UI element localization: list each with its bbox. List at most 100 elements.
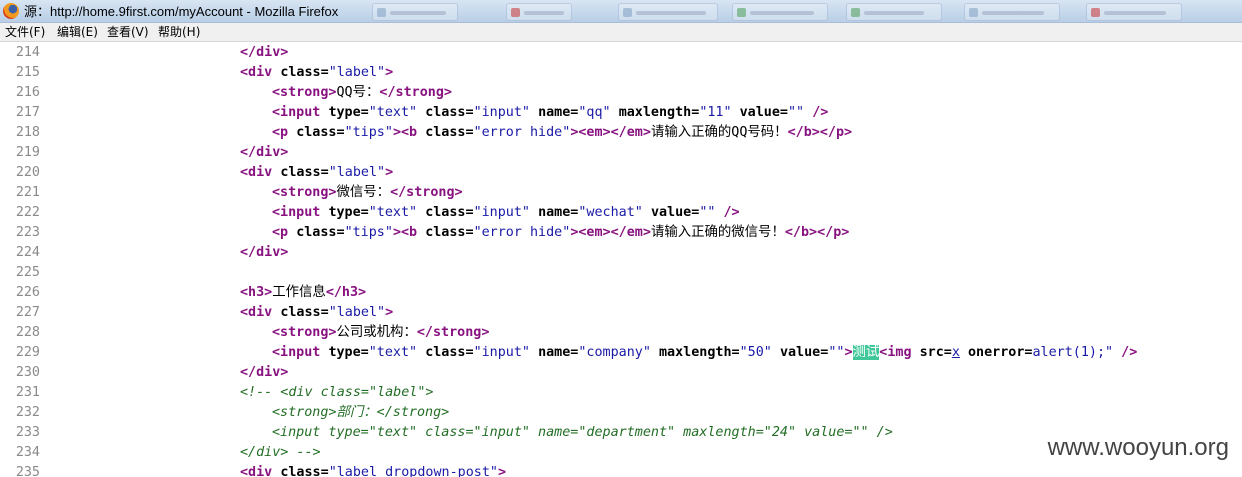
menu-help[interactable]: 帮助(H) (158, 24, 200, 41)
attribute-name: class= (280, 305, 329, 320)
line-code: <input type="text" class="input" name="w… (272, 203, 740, 223)
attribute-value: "input" (473, 105, 530, 120)
attribute-value: "input" (473, 345, 530, 360)
line-number: 218 (15, 125, 40, 140)
line-code: </div> (240, 43, 288, 63)
source-line: 226 <h3>工作信息</h3> (0, 283, 1242, 303)
line-number: 226 (15, 285, 40, 300)
line-number: 234 (15, 445, 40, 460)
text-content (288, 125, 296, 140)
line-number: 229 (15, 345, 40, 360)
source-line: 217 <input type="text" class="input" name… (0, 103, 1242, 123)
text-content (912, 345, 920, 360)
line-code: <div class="label dropdown-post"> (240, 463, 506, 477)
html-tag: <input (272, 345, 321, 360)
line-code: <input type="text" class="input" name="q… (272, 103, 828, 123)
tab-favicon-icon (851, 8, 860, 17)
line-code: </div> (240, 363, 288, 383)
attribute-value: "error hide" (473, 125, 571, 140)
attribute-value: "label" (328, 305, 386, 320)
text-content (417, 205, 425, 220)
html-tag: <div (240, 305, 273, 320)
source-link[interactable]: x (952, 345, 960, 360)
html-tag: </b></p> (787, 125, 853, 140)
html-tag: <strong> (272, 325, 337, 340)
attribute-name: class= (425, 205, 474, 220)
menu-edit[interactable]: 编辑(E) (57, 24, 98, 41)
text-content (960, 345, 968, 360)
attribute-name: type= (328, 205, 369, 220)
background-tab (1086, 3, 1182, 21)
text-content: QQ号： (336, 85, 380, 100)
source-line: 229 <input type="text" class="input" name… (0, 343, 1242, 363)
source-line: 231 <!-- <div class="label"> (0, 383, 1242, 403)
text-content (288, 225, 296, 240)
source-line: 232 <strong>部门：</strong> (0, 403, 1242, 423)
line-number: 221 (15, 185, 40, 200)
tab-blurred-title (1104, 11, 1166, 15)
source-line: 214 </div> (0, 43, 1242, 63)
html-tag: </b></p> (784, 225, 850, 240)
line-number: 217 (15, 105, 40, 120)
menu-bar: 文件(F) 编辑(E) 查看(V) 帮助(H) (0, 23, 1242, 42)
source-line: 228 <strong>公司或机构：</strong> (0, 323, 1242, 343)
html-tag: > (385, 165, 394, 180)
attribute-value: "tips" (344, 225, 393, 240)
text-content: 公司或机构： (336, 325, 417, 340)
attribute-value: "company" (578, 345, 651, 360)
html-tag: <p (272, 225, 289, 240)
tab-blurred-title (524, 11, 564, 15)
source-code-view[interactable]: 214 </div> 215 <div class="label"> 216 <stron… (0, 42, 1242, 477)
selected-text-highlight: 测试 (852, 345, 880, 360)
line-number: 219 (15, 145, 40, 160)
source-line: 220 <div class="label"> (0, 163, 1242, 183)
attribute-name: maxlength= (659, 345, 740, 360)
tab-blurred-title (982, 11, 1044, 15)
line-number: 225 (15, 265, 40, 280)
tab-favicon-icon (623, 8, 632, 17)
html-comment: <input type="text" class="input" name="d… (272, 425, 893, 440)
attribute-name: class= (296, 225, 345, 240)
menu-file[interactable]: 文件(F) (5, 24, 45, 41)
attribute-name: class= (280, 465, 329, 477)
html-comment: </div> --> (240, 445, 321, 460)
line-number: 220 (15, 165, 40, 180)
background-taskbar-tabs (372, 3, 1220, 21)
attribute-value: "label" (328, 65, 386, 80)
attribute-value: "tips" (344, 125, 393, 140)
line-code: <input type="text" class="input" name="d… (272, 423, 893, 443)
source-line: 221 <strong>微信号：</strong> (0, 183, 1242, 203)
html-tag: > (385, 65, 394, 80)
html-tag: > (498, 465, 507, 477)
line-code: <div class="label"> (240, 163, 393, 183)
attribute-value: "error hide" (473, 225, 571, 240)
text-content (1113, 345, 1121, 360)
tab-blurred-title (750, 11, 814, 15)
attribute-name: value= (739, 105, 788, 120)
text-content: 工作信息 (272, 285, 326, 300)
tab-blurred-title (390, 11, 446, 15)
text-content (530, 105, 538, 120)
line-code: <div class="label"> (240, 303, 393, 323)
line-number: 230 (15, 365, 40, 380)
attribute-value: "" (788, 105, 805, 120)
background-tab (732, 3, 828, 21)
line-code: <div class="label"> (240, 63, 393, 83)
source-line: 235 <div class="label dropdown-post"> (0, 463, 1242, 477)
watermark: www.wooyun.org (1043, 433, 1233, 463)
source-line: 218 <p class="tips"><b class="error hide"… (0, 123, 1242, 143)
html-tag: </strong> (379, 85, 452, 100)
source-line: 225 (0, 263, 1242, 283)
source-line: 216 <strong>QQ号：</strong> (0, 83, 1242, 103)
menu-view[interactable]: 查看(V) (107, 24, 149, 41)
html-tag: <div (240, 465, 273, 477)
html-tag: > (844, 345, 853, 360)
line-code: </div> (240, 243, 288, 263)
text-content (715, 205, 723, 220)
attribute-value: "text" (368, 345, 418, 360)
attribute-value: "text" (368, 105, 418, 120)
html-tag: <h3> (240, 285, 273, 300)
line-number: 233 (15, 425, 40, 440)
window-title: 源：http://home.9first.com/myAccount - Moz… (24, 4, 339, 19)
text-content: 请输入正确的微信号！ (650, 225, 785, 240)
